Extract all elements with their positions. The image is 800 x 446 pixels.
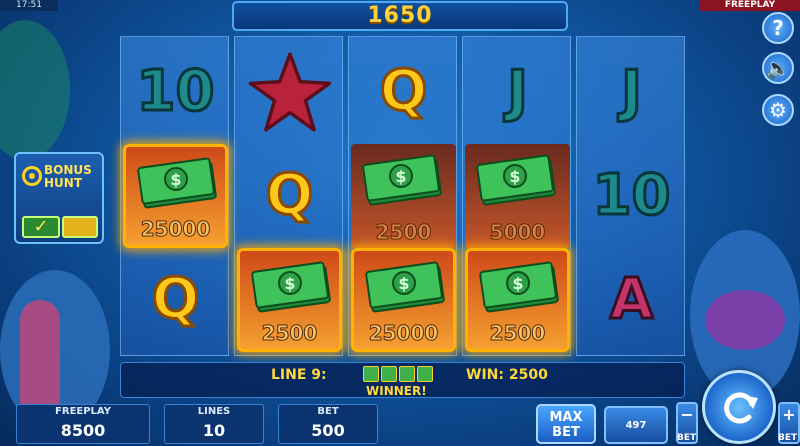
money-stack-icon: $ <box>479 261 559 313</box>
question-icon: ? <box>772 16 784 40</box>
symbol-glyph: 10 <box>591 163 672 228</box>
lines-stat[interactable]: LINES 10 <box>164 404 264 444</box>
money-stack-icon: $ <box>476 154 556 206</box>
cash-symbol: $2500 <box>465 248 570 352</box>
svg-text:$: $ <box>284 274 295 293</box>
symbol-q: Q <box>237 144 342 248</box>
clock: 17:51 <box>0 0 58 11</box>
autoplay-count: 497 <box>625 419 647 431</box>
bonus-hunt-toggle-off[interactable] <box>62 216 98 238</box>
target-icon <box>22 166 42 186</box>
bonus-hunt-toggle-on[interactable]: ✓ <box>22 216 60 238</box>
symbol-10: 10 <box>123 40 228 144</box>
svg-text:$: $ <box>395 167 406 186</box>
bet-plus-caption: BET <box>778 433 798 443</box>
svg-text:$: $ <box>512 274 523 293</box>
svg-text:$: $ <box>398 274 409 293</box>
freeplay-badge: FREEPLAY <box>700 0 800 11</box>
cash-value: 2500 <box>261 321 318 346</box>
cash-value: 5000 <box>489 220 546 245</box>
mini-cash-icon <box>399 366 415 382</box>
symbol-glyph: J <box>620 59 644 124</box>
reel-grid: 10 $25000 Q Q $2500 Q $2500 $25000 J $5000 $2500 J 1… <box>120 36 685 356</box>
cash-value: 25000 <box>368 321 439 346</box>
money-stack-icon: $ <box>365 261 445 313</box>
money-stack-icon: $ <box>137 157 217 209</box>
symbol-glyph: A <box>608 267 654 332</box>
mini-cash-icon <box>417 366 433 382</box>
autoplay-button[interactable]: 497 <box>604 406 668 444</box>
help-button[interactable]: ? <box>762 12 794 44</box>
reel-5: J 10 A <box>576 36 685 356</box>
cash-symbol: $25000 <box>351 248 456 352</box>
reel-4: J $5000 $2500 <box>462 36 571 356</box>
bonus-hunt-title: BONUS HUNT <box>44 163 92 190</box>
cash-symbol: $2500 <box>237 248 342 352</box>
win-amount-label: WIN: 2500 <box>466 367 548 383</box>
symbol-glyph: Q <box>150 267 201 332</box>
symbol-10: 10 <box>579 144 684 248</box>
cash-value: 25000 <box>140 217 211 242</box>
symbol-j: J <box>579 40 684 144</box>
bet-stat[interactable]: BET 500 <box>278 404 378 444</box>
svg-text:$: $ <box>509 167 520 186</box>
freeplay-stat: FREEPLAY 8500 <box>16 404 150 444</box>
settings-button[interactable]: ⚙ <box>762 94 794 126</box>
symbol-glyph: 10 <box>135 59 216 124</box>
reel-1: 10 $25000 Q <box>120 36 229 356</box>
coral-decoration <box>705 290 785 350</box>
symbol-q: Q <box>123 248 228 352</box>
money-stack-icon: $ <box>251 261 331 313</box>
mini-cash-icon <box>381 366 397 382</box>
cash-symbol: $25000 <box>123 144 228 248</box>
cash-symbol: $2500 <box>351 144 456 248</box>
win-amount-display: 1650 <box>232 1 568 31</box>
symbol-glyph: Q <box>378 59 429 124</box>
speaker-muted-icon: 🔈 <box>765 56 791 80</box>
mini-cash-icon <box>363 366 379 382</box>
max-bet-button[interactable]: MAX BET <box>536 404 596 444</box>
reel-2: Q $2500 <box>234 36 343 356</box>
symbol-j: J <box>465 40 570 144</box>
cash-symbol: $5000 <box>465 144 570 248</box>
seaweed-decoration <box>0 20 70 160</box>
symbol-q: Q <box>351 40 456 144</box>
win-line-label: LINE 9: <box>271 367 327 383</box>
bet-minus-caption: BET <box>677 433 697 443</box>
cash-value: 2500 <box>375 220 432 245</box>
svg-text:$: $ <box>170 170 181 189</box>
sound-button[interactable]: 🔈 <box>762 52 794 84</box>
reel-3: Q $2500 $25000 <box>348 36 457 356</box>
bonus-hunt-panel[interactable]: BONUS HUNT ✓ <box>14 152 104 244</box>
symbol-a: A <box>579 248 684 352</box>
winner-label: WINNER! <box>366 384 427 398</box>
win-line-bar: LINE 9: WIN: 2500 WINNER! <box>120 362 685 398</box>
refresh-icon <box>724 392 758 424</box>
symbol-glyph: Q <box>264 163 315 228</box>
coral-decoration <box>20 300 60 420</box>
starfish-icon <box>248 52 331 132</box>
cash-value: 2500 <box>489 321 546 346</box>
money-stack-icon: $ <box>362 154 442 206</box>
starfish-symbol <box>237 40 342 144</box>
spin-button[interactable] <box>702 370 776 444</box>
symbol-glyph: J <box>506 59 530 124</box>
win-line-symbols <box>363 366 433 382</box>
gear-icon: ⚙ <box>769 98 787 122</box>
